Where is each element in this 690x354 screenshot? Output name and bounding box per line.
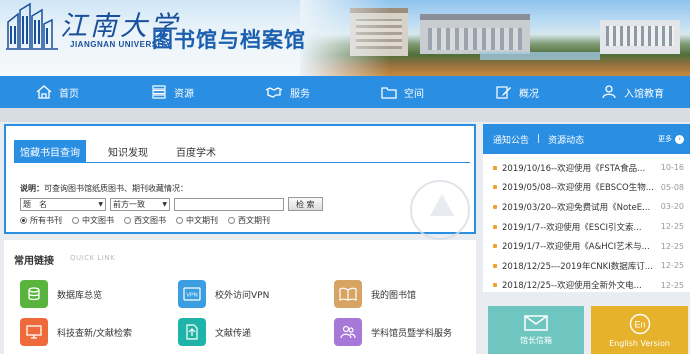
vpn-icon: VPN [178,280,206,308]
people-icon [334,318,362,346]
tile-label: English Version [609,338,670,348]
quick-link-document-delivery[interactable]: 文献传递 [178,318,251,346]
more-link[interactable]: 更多 › [658,134,684,144]
watermark-seal-icon [410,180,470,240]
book-icon [334,280,362,308]
site-header: 江南大学 JIANGNAN UNIVERSITY 图书馆与档案馆 [0,0,690,76]
tab-catalog-search[interactable]: 馆藏书目查询 [14,140,86,163]
arrow-right-icon: › [675,134,684,144]
handshake-icon [265,87,283,98]
monitor-icon [20,318,48,346]
university-logo-icon[interactable] [4,2,64,54]
nav-item-education[interactable]: 入馆教育 [575,76,690,108]
tile-label: 馆长信箱 [520,335,552,345]
nav-item-label: 首页 [59,88,79,100]
nav-item-label: 空间 [404,88,424,100]
svg-text:En: En [634,319,645,329]
search-input[interactable] [174,197,284,211]
chevron-down-icon: ▼ [98,200,103,208]
field-select[interactable]: 题 名 ▼ [20,197,106,211]
quick-link-vpn[interactable]: VPN 校外访问VPN [178,280,269,308]
nav-item-home[interactable]: 首页 [0,76,115,108]
nav-item-services[interactable]: 服务 [230,76,345,108]
list-item[interactable]: 2018/12/25---2019年CNKI数据库订... 12-25 [493,256,684,276]
bullet-icon [493,224,497,229]
list-item[interactable]: 2019/03/20--欢迎免费试用《NoteE... 03-20 [493,197,684,217]
mail-icon [524,314,548,331]
svg-text:VPN: VPN [186,293,197,299]
home-icon [36,85,52,99]
list-item[interactable]: 2019/10/16--欢迎使用《FSTA食品... 10-16 [493,158,684,178]
quick-link-subject-librarian[interactable]: 学科馆员暨学科服务 [334,318,452,346]
bullet-icon [493,165,497,170]
person-icon [602,85,616,99]
list-item[interactable]: 2019/1/7--欢迎使用《A&HCI艺术与... 12-25 [493,236,684,256]
list-item[interactable]: 2018/12/25--欢迎使用全新外文电... 12-25 [493,276,684,296]
notice-header: 通知公告 | 资源动态 更多 › [483,124,690,154]
search-description: 说明：可查询图书馆纸质图书、期刊收藏情况： [20,184,188,193]
main-nav: 首页 资源 服务 空间 概况 入馆教育 [0,76,690,108]
banner-building [600,20,680,54]
director-mailbox-tile[interactable]: 馆长信箱 [488,306,584,354]
quick-links-subtitle: QUICK LINK [70,254,116,262]
nav-item-label: 概况 [519,88,539,100]
quick-link-my-library[interactable]: 我的图书馆 [334,280,416,308]
banner-lake [480,52,600,60]
nav-item-overview[interactable]: 概况 [460,76,575,108]
document-transfer-icon [178,318,206,346]
bullet-icon [493,244,497,249]
folder-icon [381,87,397,99]
radio-western-books[interactable]: 西文图书 [124,215,166,226]
match-select[interactable]: 前方一致 ▼ [110,197,170,211]
bullet-icon [493,283,497,288]
collection-radio-group: 所有书刊 中文图书 西文图书 中文期刊 西文期刊 [20,215,280,226]
banner-building [420,14,530,54]
nav-item-label: 服务 [290,88,310,100]
radio-chinese-books[interactable]: 中文图书 [72,215,114,226]
english-version-tile[interactable]: En English Version [591,306,688,354]
quick-links-panel: 常用链接 QUICK LINK 数据库总览 VPN 校外访问VPN 我的图书馆 … [4,240,476,354]
nav-item-space[interactable]: 空间 [345,76,460,108]
english-icon: En [629,313,650,334]
radio-all[interactable]: 所有书刊 [20,215,62,226]
quick-link-novelty-search[interactable]: 科技查新/文献检索 [20,318,132,346]
tab-notices[interactable]: 通知公告 [493,133,529,146]
nav-item-resources[interactable]: 资源 [115,76,230,108]
search-button[interactable]: 检 索 [288,197,323,211]
nav-item-label: 资源 [174,88,194,100]
bullet-icon [493,185,497,190]
search-tabs: 馆藏书目查询 知识发现 百度学术 [14,140,238,163]
radio-western-journals[interactable]: 西文期刊 [228,215,270,226]
tab-resource-news[interactable]: 资源动态 [548,133,584,146]
notice-panel: 通知公告 | 资源动态 更多 › 2019/10/16--欢迎使用《FSTA食品… [483,124,690,292]
radio-chinese-journals[interactable]: 中文期刊 [176,215,218,226]
chevron-down-icon: ▼ [162,200,167,208]
tab-baidu-scholar[interactable]: 百度学术 [170,140,222,163]
library-name[interactable]: 图书馆与档案馆 [152,24,306,54]
quick-link-database-overview[interactable]: 数据库总览 [20,280,102,308]
notice-list: 2019/10/16--欢迎使用《FSTA食品... 10-16 2019/05/… [483,154,690,295]
tab-knowledge-discovery[interactable]: 知识发现 [102,140,154,163]
list-item[interactable]: 2019/1/7--欢迎使用《ESCI引文索... 12-25 [493,217,684,237]
list-item[interactable]: 2019/05/08--欢迎使用《EBSCO生物... 05-08 [493,178,684,198]
edit-icon [496,86,511,99]
quick-links-title: 常用链接 [14,256,54,267]
bullet-icon [493,263,497,268]
nav-item-label: 入馆教育 [624,88,664,100]
database-icon [152,85,166,99]
catalog-search-panel: 馆藏书目查询 知识发现 百度学术 说明：可查询图书馆纸质图书、期刊收藏情况： 题… [4,124,476,240]
database-stack-icon [20,280,48,308]
search-form: 题 名 ▼ 前方一致 ▼ 检 索 [20,197,323,211]
bullet-icon [493,204,497,209]
